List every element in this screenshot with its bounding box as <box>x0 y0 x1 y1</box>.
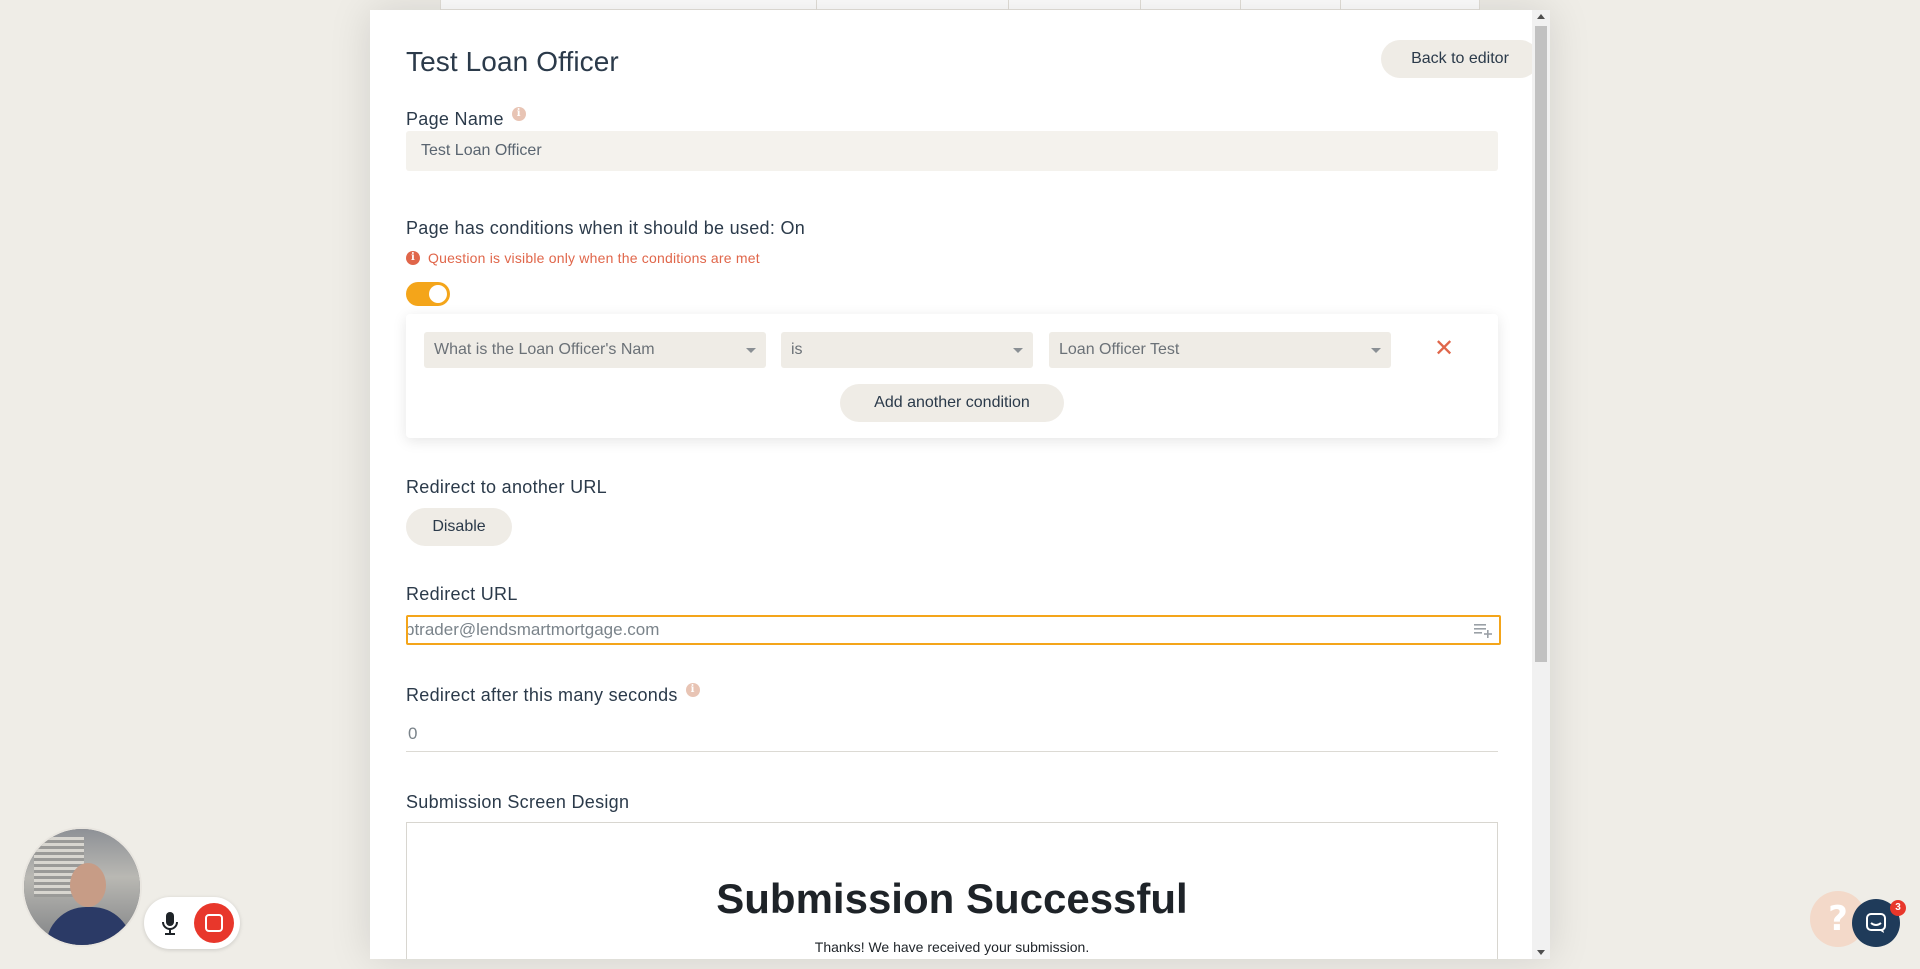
header-divider <box>1340 0 1341 10</box>
add-condition-button[interactable]: Add another condition <box>840 384 1064 422</box>
page-name-input[interactable]: Test Loan Officer <box>406 131 1498 171</box>
condition-value-value: Loan Officer Test <box>1059 341 1180 358</box>
header-divider <box>1479 0 1480 10</box>
redirect-url-label: Redirect URL <box>406 584 518 604</box>
redirect-seconds-label-text: Redirect after this many seconds <box>406 685 678 705</box>
insert-variable-icon[interactable] <box>1473 621 1493 639</box>
conditions-label: Page has conditions when it should be us… <box>406 218 806 238</box>
condition-field-select[interactable]: What is the Loan Officer's Nam <box>424 332 766 368</box>
redirect-seconds-value: 0 <box>408 723 418 743</box>
scroll-down-icon[interactable] <box>1537 950 1545 955</box>
modal-title: Test Loan Officer <box>406 46 619 77</box>
warning-icon: i <box>406 251 420 265</box>
stop-recording-button[interactable] <box>194 903 234 943</box>
page-name-label-text: Page Name <box>406 109 504 129</box>
header-divider <box>1140 0 1141 10</box>
background-app-header <box>440 0 1480 10</box>
back-to-editor-button[interactable]: Back to editor <box>1381 40 1539 78</box>
redirect-seconds-input[interactable]: 0 <box>406 716 1498 752</box>
header-divider <box>1008 0 1009 10</box>
chat-unread-badge: 3 <box>1890 900 1906 916</box>
info-icon[interactable]: i <box>511 107 526 121</box>
chevron-down-icon <box>1013 348 1023 353</box>
preview-subtitle: Thanks! We have received your submission… <box>814 939 1090 955</box>
header-divider <box>1240 0 1241 10</box>
microphone-icon[interactable] <box>156 909 184 937</box>
condition-panel: What is the Loan Officer's Nam is Loan O… <box>406 314 1498 438</box>
submission-screen-preview[interactable]: Submission Successful Thanks! We have re… <box>406 822 1498 959</box>
page-settings-modal: Test Loan Officer Back to editor Page Na… <box>370 10 1550 959</box>
scroll-up-icon[interactable] <box>1537 14 1545 19</box>
info-icon[interactable]: i <box>685 683 700 697</box>
condition-operator-select[interactable]: is <box>781 332 1033 368</box>
redirect-label: Redirect to another URL <box>406 477 607 497</box>
page-name-value: Test Loan Officer <box>421 142 542 159</box>
header-divider <box>440 0 441 10</box>
condition-operator-value: is <box>791 341 803 358</box>
webcam-person-head <box>70 863 106 907</box>
chat-icon <box>1866 913 1886 933</box>
close-icon[interactable]: ✕ <box>1432 336 1456 360</box>
conditions-warning: i Question is visible only when the cond… <box>406 250 760 266</box>
submission-design-label: Submission Screen Design <box>406 792 630 812</box>
recording-controls <box>144 897 240 949</box>
toggle-knob <box>429 285 447 303</box>
conditions-toggle[interactable] <box>406 282 450 306</box>
condition-field-value: What is the Loan Officer's Nam <box>434 341 655 358</box>
modal-scrollbar[interactable] <box>1532 10 1550 959</box>
disable-redirect-button[interactable]: Disable <box>406 508 512 546</box>
scrollbar-thumb[interactable] <box>1535 26 1547 662</box>
redirect-seconds-label: Redirect after this many seconds i <box>406 683 700 706</box>
redirect-url-input[interactable]: btrader@lendsmartmortgage.com <box>406 615 1501 645</box>
chevron-down-icon <box>1371 348 1381 353</box>
stop-icon <box>205 914 223 932</box>
redirect-url-value: btrader@lendsmartmortgage.com <box>406 620 660 639</box>
chevron-down-icon <box>746 348 756 353</box>
header-divider <box>816 0 817 10</box>
condition-value-select[interactable]: Loan Officer Test <box>1049 332 1391 368</box>
page-name-label: Page Name i <box>406 107 526 130</box>
conditions-warning-text: Question is visible only when the condit… <box>428 250 760 266</box>
preview-title: Submission Successful <box>716 875 1188 922</box>
webcam-preview[interactable] <box>22 827 142 947</box>
